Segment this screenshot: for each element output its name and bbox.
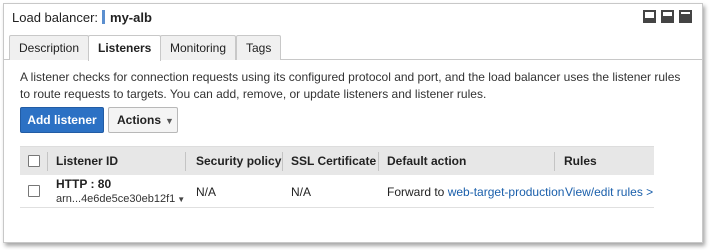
column-header-security-policy[interactable]: Security policy bbox=[196, 147, 281, 176]
select-all-checkbox[interactable] bbox=[28, 155, 40, 167]
default-action-prefix: Forward to bbox=[387, 185, 445, 199]
panel-layout-icon[interactable] bbox=[643, 10, 656, 23]
add-listener-button[interactable]: Add listener bbox=[20, 107, 104, 133]
listener-protocol: HTTP : 80 bbox=[56, 177, 112, 191]
load-balancer-name: my-alb bbox=[110, 9, 152, 25]
table-row: HTTP : 80 arn...4e6de5ce30eb12f1 ▼ N/A N/… bbox=[20, 175, 654, 208]
tab-description[interactable]: Description bbox=[9, 35, 90, 60]
listeners-table: Listener ID Security policy SSL Certific… bbox=[20, 146, 654, 208]
panel-layout-icon[interactable] bbox=[679, 10, 692, 23]
default-action: Forward to web-target-production bbox=[387, 185, 564, 199]
tab-monitoring[interactable]: Monitoring bbox=[160, 35, 237, 60]
panel-layout-controls bbox=[643, 10, 692, 23]
panel-title-label: Load balancer: bbox=[12, 9, 99, 25]
caret-down-icon: ▼ bbox=[177, 195, 186, 204]
load-balancer-panel: Load balancer: my-alb Description Listen… bbox=[3, 3, 703, 243]
ssl-certificate-value: N/A bbox=[291, 185, 312, 199]
actions-label: Actions bbox=[117, 113, 162, 127]
actions-dropdown-button[interactable]: Actions ▼ bbox=[108, 107, 178, 133]
panel-header: Load balancer: my-alb bbox=[12, 8, 152, 26]
panel-layout-icon[interactable] bbox=[661, 10, 674, 23]
security-policy-value: N/A bbox=[196, 185, 217, 199]
tab-bar: Description Listeners Monitoring Tags bbox=[4, 32, 702, 61]
listener-arn[interactable]: arn...4e6de5ce30eb12f1 ▼ bbox=[56, 193, 185, 205]
selection-marker bbox=[102, 10, 106, 24]
target-group-link[interactable]: web-target-production bbox=[448, 185, 565, 199]
listener-arn-text: arn...4e6de5ce30eb12f1 bbox=[56, 193, 176, 205]
view-edit-rules-link[interactable]: View/edit rules > bbox=[565, 185, 653, 199]
column-header-rules[interactable]: Rules bbox=[564, 147, 597, 176]
column-header-default-action[interactable]: Default action bbox=[387, 147, 466, 176]
listeners-description: A listener checks for connection request… bbox=[20, 70, 681, 101]
column-header-listener-id[interactable]: Listener ID bbox=[56, 147, 118, 176]
tab-listeners[interactable]: Listeners bbox=[88, 35, 162, 61]
table-header: Listener ID Security policy SSL Certific… bbox=[20, 146, 654, 175]
tab-tags[interactable]: Tags bbox=[236, 35, 282, 60]
column-header-ssl-certificate[interactable]: SSL Certificate bbox=[291, 147, 376, 176]
chevron-down-icon: ▼ bbox=[165, 116, 174, 126]
row-select-checkbox[interactable] bbox=[28, 185, 40, 197]
